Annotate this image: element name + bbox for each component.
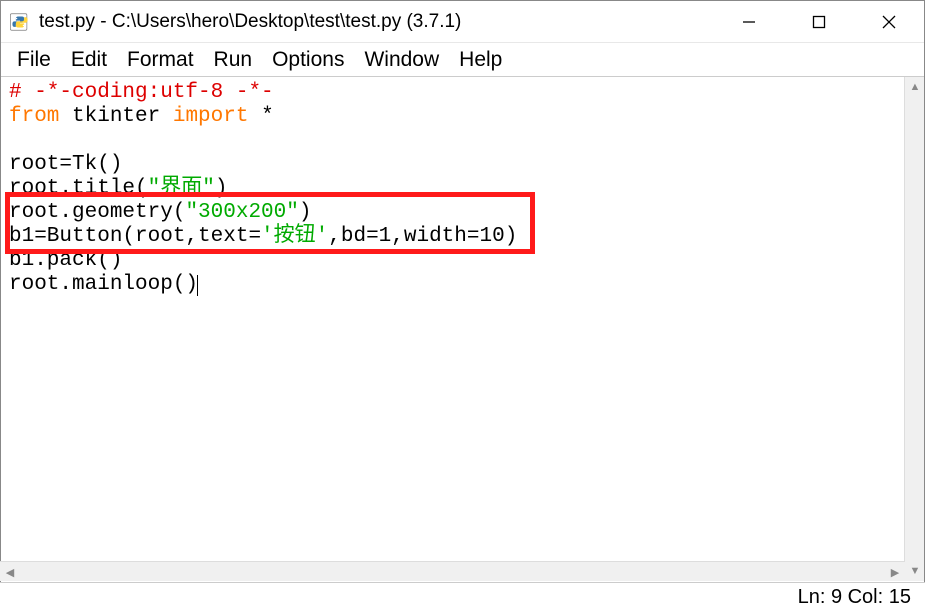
code-text: b1=Button(root,text= [9, 225, 261, 248]
menu-window[interactable]: Window [354, 46, 449, 74]
maximize-button[interactable] [784, 1, 854, 42]
menu-format[interactable]: Format [117, 46, 204, 74]
minimize-button[interactable] [714, 1, 784, 42]
code-text: ,bd=1,width=10) [328, 225, 517, 248]
titlebar: test.py - C:\Users\hero\Desktop\test\tes… [1, 1, 924, 43]
code-text: ) [215, 177, 228, 200]
menu-file[interactable]: File [7, 46, 61, 74]
code-line: root=Tk() [9, 153, 122, 176]
python-idle-icon [9, 11, 31, 33]
scroll-right-icon[interactable]: ▶ [885, 562, 905, 582]
window-controls [714, 1, 924, 42]
code-editor[interactable]: # -*-coding:utf-8 -*- from tkinter impor… [1, 77, 904, 581]
code-keyword: import [173, 105, 249, 128]
code-string: '按钮' [261, 225, 328, 248]
code-text: tkinter [59, 105, 172, 128]
code-line: # -*-coding:utf-8 -*- [9, 81, 274, 104]
editor-area: # -*-coding:utf-8 -*- from tkinter impor… [1, 77, 924, 581]
menubar: File Edit Format Run Options Window Help [1, 43, 924, 77]
close-button[interactable] [854, 1, 924, 42]
horizontal-scrollbar[interactable]: ◀ ▶ [0, 561, 905, 581]
cursor-position: Ln: 9 Col: 15 [798, 586, 911, 609]
code-text: ) [299, 201, 312, 224]
text-cursor [197, 275, 198, 296]
statusbar: Ln: 9 Col: 15 [0, 582, 925, 612]
scroll-down-icon[interactable]: ▼ [905, 561, 925, 581]
menu-run[interactable]: Run [204, 46, 263, 74]
vertical-scrollbar[interactable]: ▲ ▼ [904, 77, 924, 581]
code-text: root.geometry( [9, 201, 185, 224]
scroll-up-icon[interactable]: ▲ [905, 77, 925, 97]
code-keyword: from [9, 105, 59, 128]
code-text: root.title( [9, 177, 148, 200]
code-line: b1.pack() [9, 249, 122, 272]
window-title: test.py - C:\Users\hero\Desktop\test\tes… [39, 11, 714, 33]
menu-edit[interactable]: Edit [61, 46, 117, 74]
code-text: * [248, 105, 273, 128]
code-string: "界面" [148, 177, 215, 200]
menu-help[interactable]: Help [449, 46, 512, 74]
code-string: "300x200" [185, 201, 298, 224]
scroll-left-icon[interactable]: ◀ [0, 562, 20, 582]
code-line: root.mainloop() [9, 273, 198, 296]
menu-options[interactable]: Options [262, 46, 354, 74]
